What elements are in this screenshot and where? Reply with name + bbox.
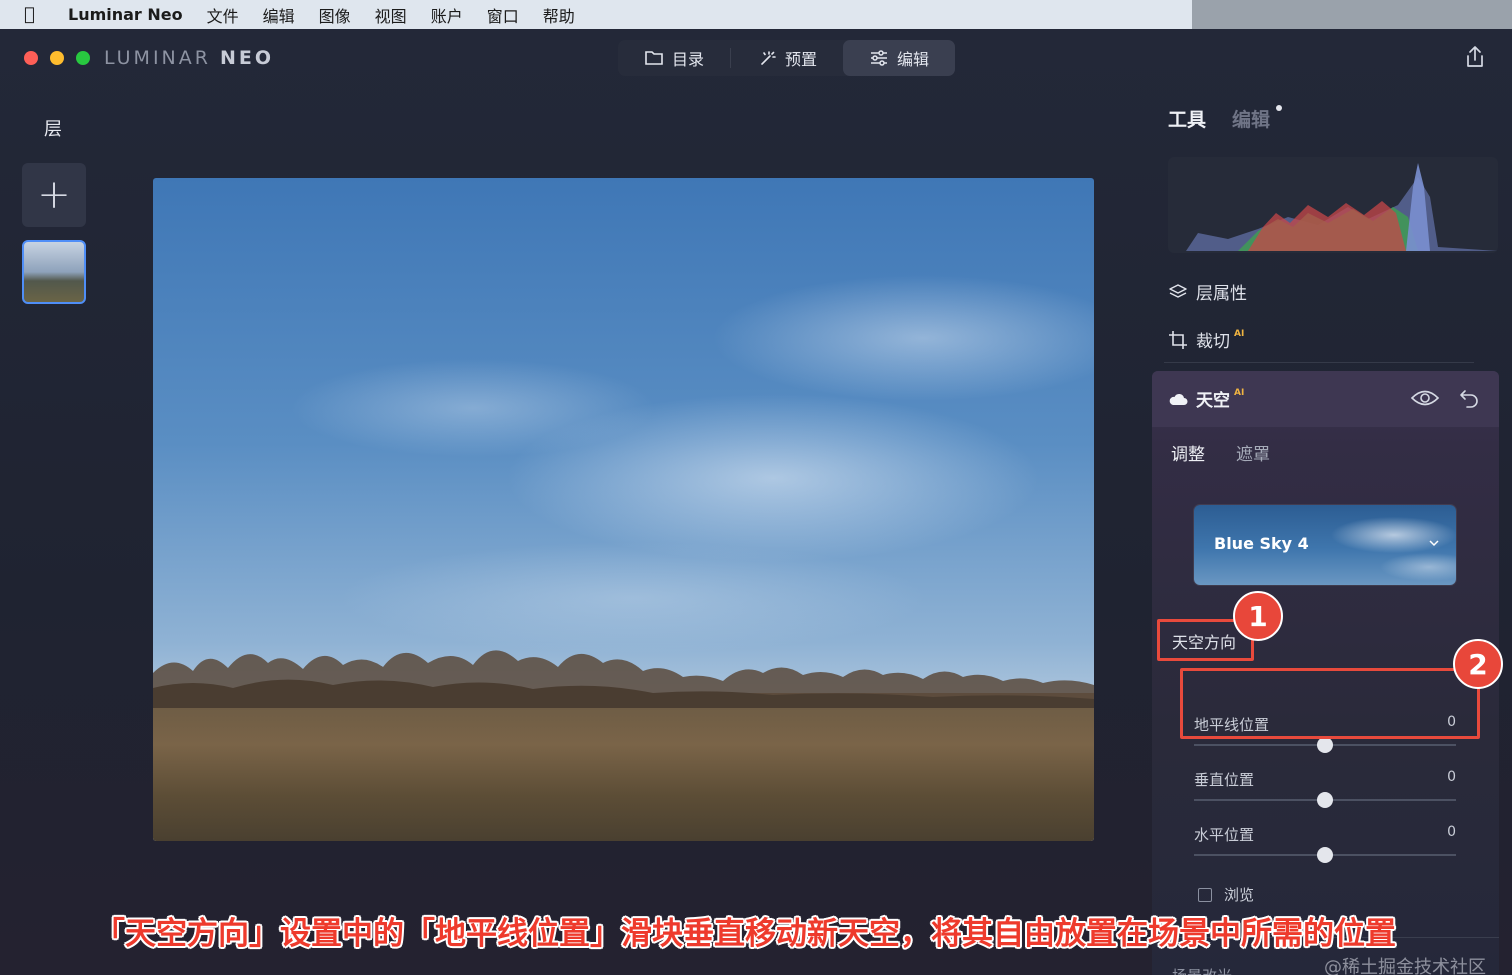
photo-canvas[interactable] (153, 178, 1094, 841)
magic-wand-icon (761, 51, 776, 65)
tab-edit-label: 编辑 (897, 50, 930, 69)
app-logo: LUMINAR NEO (104, 47, 274, 69)
sliders-icon (871, 50, 888, 66)
layers-icon (1169, 283, 1187, 298)
sky-tool-title-label: 天空 (1196, 391, 1230, 411)
tab-presets[interactable]: 预置 (731, 40, 843, 76)
add-layer-button[interactable]: + (22, 163, 86, 227)
menubar-status-area (1192, 0, 1512, 29)
photo-treeline (153, 650, 1094, 708)
layers-title: 层 (44, 119, 62, 140)
menu-image[interactable]: 图像 (319, 3, 351, 27)
sky-selection-dropdown[interactable]: Blue Sky 4 (1194, 505, 1456, 585)
vertical-position-value: 0 (1447, 769, 1456, 785)
menu-view[interactable]: 视图 (375, 3, 407, 27)
tab-catalog[interactable]: 目录 (618, 40, 730, 76)
tools-divider (1164, 362, 1474, 363)
apple-icon[interactable]:  (24, 4, 54, 25)
plus-icon: + (37, 172, 71, 218)
eye-icon[interactable] (1410, 387, 1440, 409)
subtab-mask[interactable]: 遮罩 (1236, 440, 1270, 465)
app-logo-primary: LUMINAR (104, 47, 211, 69)
tab-tools[interactable]: 工具 (1168, 105, 1206, 132)
reset-icon[interactable] (1458, 387, 1480, 409)
tool-layer-properties-label: 层属性 (1196, 284, 1247, 304)
crop-icon (1169, 330, 1187, 349)
minimize-window-button[interactable] (50, 51, 64, 65)
annotation-badge-2: 2 (1453, 639, 1503, 689)
tab-catalog-label: 目录 (672, 50, 705, 69)
sky-selection-label: Blue Sky 4 (1214, 534, 1309, 553)
preview-checkbox[interactable] (1198, 887, 1212, 902)
preview-checkbox-label: 浏览 (1224, 886, 1255, 904)
layer-thumbnail[interactable] (22, 240, 86, 304)
tab-presets-label: 预置 (785, 50, 818, 69)
share-icon[interactable] (1464, 45, 1486, 69)
vertical-position-slider[interactable]: 垂直位置 0 (1194, 769, 1456, 813)
main-navigation: 目录 预置 编辑 (618, 40, 956, 76)
menu-file[interactable]: 文件 (207, 3, 239, 27)
histogram (1168, 157, 1498, 253)
annotation-badge-1: 1 (1233, 591, 1283, 641)
scene-relight-section[interactable]: 场景改光 (1172, 965, 1232, 975)
folder-icon (645, 51, 663, 65)
watermark: @稀土掘金技术社区 (1324, 957, 1486, 975)
tutorial-caption: 「天空方向」设置中的「地平线位置」滑块垂直移动新天空，将其自由放置在场景中所需的… (94, 916, 1396, 952)
app-window: LUMINAR NEO 目录 预置 编辑 层 + 工具 编辑 层属性 裁切 AI… (0, 29, 1512, 975)
menu-help[interactable]: 帮助 (543, 3, 575, 27)
menu-window[interactable]: 窗口 (487, 3, 519, 27)
subtab-adjust[interactable]: 调整 (1171, 440, 1205, 465)
horizon-position-thumb[interactable] (1317, 737, 1333, 753)
menu-edit[interactable]: 编辑 (263, 3, 295, 27)
edits-indicator-dot (1276, 105, 1282, 111)
annotation-highlight-horizon (1180, 668, 1480, 739)
vertical-position-label: 垂直位置 (1194, 771, 1255, 789)
histogram-graph (1186, 163, 1498, 251)
tool-crop-label: 裁切 (1196, 332, 1230, 352)
vertical-position-thumb[interactable] (1317, 792, 1333, 808)
horizontal-position-slider[interactable]: 水平位置 0 (1194, 824, 1456, 868)
menubar-app-name[interactable]: Luminar Neo (68, 5, 183, 24)
cloud-icon (1169, 393, 1188, 405)
zoom-window-button[interactable] (76, 51, 90, 65)
tool-crop[interactable]: 裁切 AI (1168, 327, 1244, 352)
tab-edit[interactable]: 编辑 (843, 40, 956, 76)
sky-ai-badge: AI (1234, 387, 1245, 398)
tab-edits[interactable]: 编辑 (1232, 105, 1270, 132)
sky-tool-panel: 天空 AI 调整 遮罩 Blue Sky 4 天空方向 地平线位置 0 垂直位置… (1152, 371, 1503, 975)
close-window-button[interactable] (24, 51, 38, 65)
menubar:  Luminar Neo 文件 编辑 图像 视图 账户 窗口 帮助 (0, 0, 1512, 29)
app-logo-accent: NEO (220, 47, 275, 69)
preview-checkbox-row[interactable]: 浏览 (1198, 884, 1254, 905)
menu-account[interactable]: 账户 (431, 3, 463, 27)
tool-layer-properties[interactable]: 层属性 (1168, 279, 1247, 304)
horizontal-position-value: 0 (1447, 824, 1456, 840)
horizontal-position-thumb[interactable] (1317, 847, 1333, 863)
sky-tool-title: 天空 AI (1168, 386, 1244, 411)
crop-ai-badge: AI (1234, 328, 1245, 339)
window-controls (24, 51, 90, 65)
horizontal-position-label: 水平位置 (1194, 826, 1255, 844)
chevron-down-icon (1429, 540, 1439, 547)
